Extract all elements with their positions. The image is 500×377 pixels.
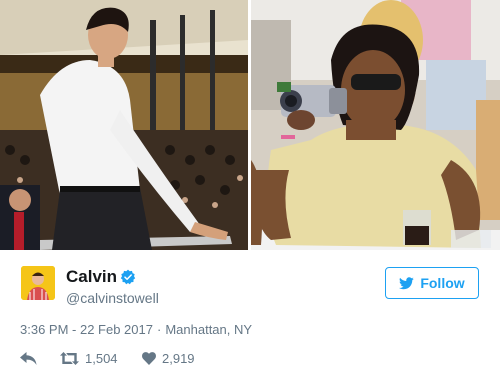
camcorder-photo-image: [251, 0, 500, 250]
tweet-metadata: 3:36 PM - 22 Feb 2017 · Manhattan, NY: [20, 322, 252, 338]
metadata-separator: ·: [156, 322, 162, 337]
user-display-name[interactable]: Calvin: [66, 267, 117, 287]
tweet-actions: 1,504 2,919: [20, 349, 222, 367]
follow-button[interactable]: Follow: [385, 267, 479, 299]
retweet-button[interactable]: 1,504: [60, 351, 142, 366]
retweet-icon: [60, 351, 79, 365]
reply-button[interactable]: [20, 351, 60, 365]
follow-button-label: Follow: [420, 275, 465, 291]
tweet-card: Calvin @calvinstowell Follow 3:36 PM - 2…: [0, 0, 500, 377]
like-count: 2,919: [162, 350, 195, 366]
user-avatar[interactable]: [21, 266, 55, 300]
media-grid: [0, 0, 500, 250]
tweet-timestamp[interactable]: 3:36 PM - 22 Feb 2017: [20, 322, 153, 337]
tweet-photo-left[interactable]: [0, 0, 248, 250]
verified-badge-icon: [120, 269, 136, 285]
reply-icon: [20, 351, 37, 365]
user-screen-name[interactable]: @calvinstowell: [66, 289, 159, 307]
tweet-location[interactable]: Manhattan, NY: [165, 322, 252, 337]
arena-photo-image: [0, 0, 248, 250]
like-button[interactable]: 2,919: [142, 351, 222, 366]
heart-icon: [142, 351, 156, 365]
tweet-photo-right[interactable]: [251, 0, 500, 250]
retweet-count: 1,504: [85, 350, 118, 366]
avatar-image: [21, 266, 55, 300]
twitter-bird-icon: [399, 276, 415, 289]
